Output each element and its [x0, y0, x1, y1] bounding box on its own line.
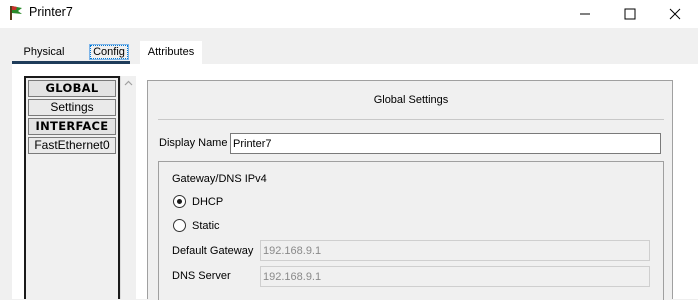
sidebar-item-fastethernet0[interactable]: FastEthernet0 — [28, 137, 116, 154]
minimize-button[interactable] — [562, 0, 608, 28]
gateway-dns-ipv4-group: Gateway/DNS IPv4 DHCP Static Default Gat… — [158, 161, 664, 300]
divider — [158, 119, 664, 120]
display-name-label: Display Name — [159, 137, 228, 149]
sidebar-header-global[interactable]: GLOBAL — [28, 80, 116, 97]
close-icon — [669, 8, 681, 20]
sidebar-item-settings[interactable]: Settings — [28, 99, 116, 116]
default-gateway-input — [260, 240, 650, 261]
panel-title: Global Settings — [373, 94, 449, 106]
tab-attributes-label: Attributes — [147, 46, 195, 58]
static-label[interactable]: Static — [192, 220, 220, 232]
dhcp-radio[interactable] — [173, 195, 186, 208]
close-button[interactable] — [652, 0, 698, 28]
config-sidebar: GLOBAL Settings INTERFACE FastEthernet0 — [24, 76, 120, 299]
minimize-icon — [580, 13, 590, 15]
default-gateway-label: Default Gateway — [172, 245, 254, 257]
sidebar-scrollbar[interactable] — [120, 76, 136, 299]
dns-server-input — [260, 266, 650, 287]
dns-server-label: DNS Server — [172, 270, 231, 282]
global-settings-panel: Global Settings Display Name Gateway/DNS… — [147, 80, 673, 300]
tab-config-label: Config — [89, 44, 129, 60]
tab-physical-label: Physical — [23, 46, 65, 58]
radio-selected-dot — [177, 199, 182, 204]
maximize-button[interactable] — [607, 0, 653, 28]
title-bar: Printer7 — [0, 0, 698, 28]
dhcp-label[interactable]: DHCP — [192, 196, 223, 208]
display-name-input[interactable] — [230, 133, 661, 154]
maximize-icon — [624, 8, 636, 20]
printer-flag-icon — [10, 6, 22, 20]
tab-attributes[interactable]: Attributes — [140, 41, 202, 64]
window-title: Printer7 — [29, 5, 73, 19]
static-radio[interactable] — [173, 219, 186, 232]
sidebar-header-interface[interactable]: INTERFACE — [28, 118, 116, 135]
ipv4-group-label: Gateway/DNS IPv4 — [172, 173, 267, 185]
chevron-up-icon[interactable] — [124, 80, 133, 86]
